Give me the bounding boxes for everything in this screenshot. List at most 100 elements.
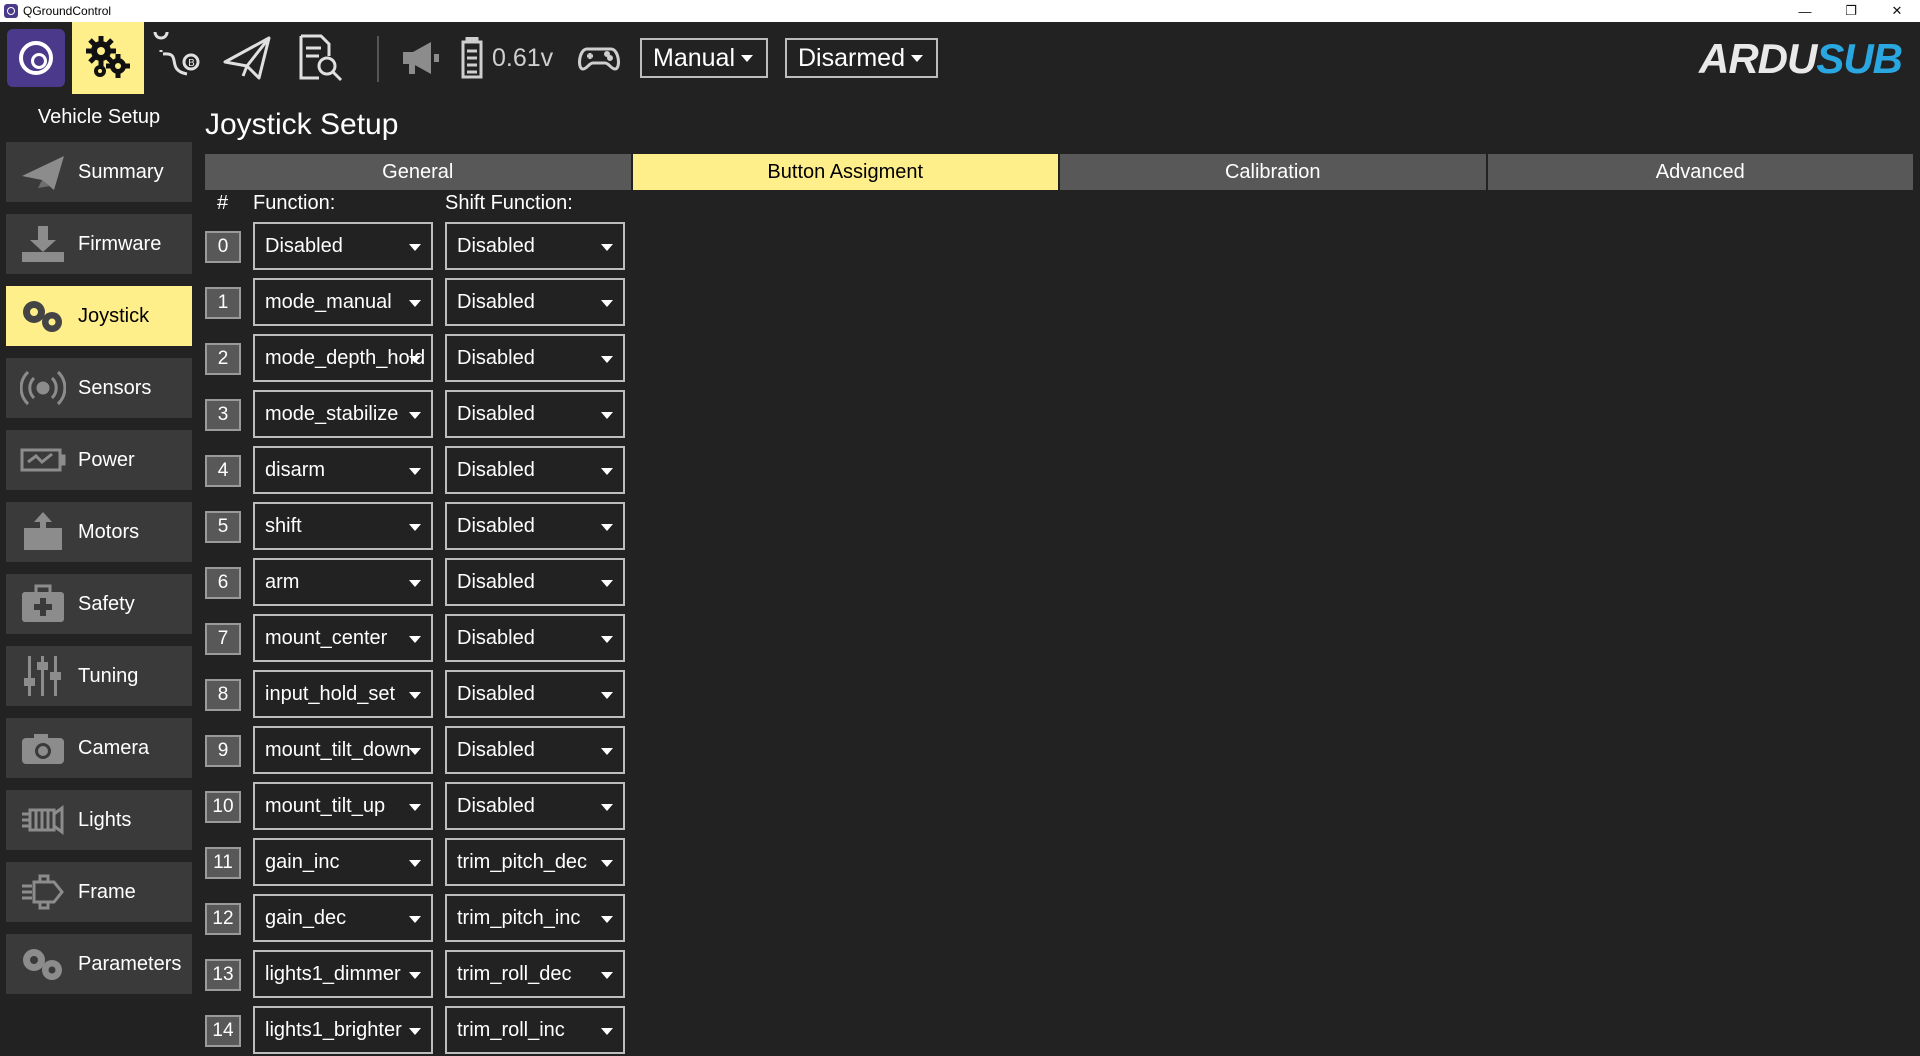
shift-function-dropdown[interactable]: trim_roll_dec	[445, 950, 625, 998]
arm-state-dropdown[interactable]: Disarmed	[785, 38, 938, 78]
vehicle-setup-button[interactable]	[72, 22, 144, 94]
sidebar-item-firmware[interactable]: Firmware	[6, 214, 192, 274]
button-number: 13	[205, 959, 241, 991]
function-value: mount_tilt_up	[265, 794, 386, 817]
sidebar-item-safety[interactable]: Safety	[6, 574, 192, 634]
shift-function-dropdown[interactable]: trim_roll_inc	[445, 1006, 625, 1054]
function-dropdown[interactable]: mount_center	[253, 614, 433, 662]
motor-icon	[18, 512, 68, 552]
gamepad-icon	[578, 47, 620, 71]
first-aid-icon	[18, 584, 68, 624]
joystick-tabs: General Button Assigment Calibration Adv…	[205, 154, 1915, 190]
function-dropdown[interactable]: gain_dec	[253, 894, 433, 942]
sidebar-item-camera[interactable]: Camera	[6, 718, 192, 778]
function-dropdown[interactable]: mount_tilt_up	[253, 782, 433, 830]
chevron-down-icon	[911, 55, 923, 62]
sidebar-item-summary[interactable]: Summary	[6, 142, 192, 202]
function-dropdown[interactable]: gain_inc	[253, 838, 433, 886]
chevron-down-icon	[601, 300, 613, 307]
messages-button[interactable]	[394, 22, 448, 94]
sidebar-item-sensors[interactable]: Sensors	[6, 358, 192, 418]
sidebar-item-joystick[interactable]: Joystick	[6, 286, 192, 346]
chevron-down-icon	[409, 244, 421, 251]
sidebar-item-power[interactable]: Power	[6, 430, 192, 490]
function-dropdown[interactable]: lights1_brighter	[253, 1006, 433, 1054]
function-dropdown[interactable]: input_hold_set	[253, 670, 433, 718]
chevron-down-icon	[601, 636, 613, 643]
column-header-function: Function:	[253, 192, 336, 214]
button-number: 1	[205, 287, 241, 319]
function-dropdown[interactable]: Disabled	[253, 222, 433, 270]
chevron-down-icon	[601, 524, 613, 531]
function-dropdown[interactable]: mode_manual	[253, 278, 433, 326]
shift-function-dropdown[interactable]: Disabled	[445, 334, 625, 382]
qgc-app-icon	[4, 4, 18, 18]
shift-function-value: Disabled	[457, 626, 535, 649]
battery-icon	[461, 37, 483, 79]
chevron-down-icon	[409, 468, 421, 475]
chevron-down-icon	[409, 412, 421, 419]
ardusub-logo: ARDU SUB	[1698, 35, 1903, 82]
shift-function-dropdown[interactable]: Disabled	[445, 558, 625, 606]
battery-indicator[interactable]: 0.61v	[460, 22, 570, 94]
chevron-down-icon	[409, 804, 421, 811]
function-dropdown[interactable]: mode_depth_hold	[253, 334, 433, 382]
flight-mode-dropdown[interactable]: Manual	[640, 38, 768, 78]
fly-view-button[interactable]	[214, 22, 280, 94]
tab-advanced[interactable]: Advanced	[1487, 154, 1915, 190]
close-icon[interactable]: ✕	[1874, 0, 1920, 22]
shift-function-value: trim_pitch_dec	[457, 850, 588, 873]
shift-function-value: Disabled	[457, 290, 535, 313]
shift-function-dropdown[interactable]: Disabled	[445, 390, 625, 438]
shift-function-value: Disabled	[457, 346, 535, 369]
chevron-down-icon	[741, 55, 753, 62]
function-dropdown[interactable]: mode_stabilize	[253, 390, 433, 438]
restore-icon[interactable]: ❐	[1828, 0, 1874, 22]
sidebar-item-tuning[interactable]: Tuning	[6, 646, 192, 706]
chevron-down-icon	[601, 580, 613, 587]
shift-function-dropdown[interactable]: Disabled	[445, 446, 625, 494]
shift-function-dropdown[interactable]: Disabled	[445, 222, 625, 270]
main-toolbar: B 0.61v Manual Disarmed ARDU SUB	[0, 22, 1920, 94]
function-dropdown[interactable]: shift	[253, 502, 433, 550]
function-dropdown[interactable]: arm	[253, 558, 433, 606]
function-value: mode_stabilize	[265, 402, 399, 425]
shift-function-dropdown[interactable]: Disabled	[445, 782, 625, 830]
tab-general[interactable]: General	[205, 154, 633, 190]
sidebar-item-lights[interactable]: Lights	[6, 790, 192, 850]
function-dropdown[interactable]: lights1_dimmer	[253, 950, 433, 998]
shift-function-dropdown[interactable]: Disabled	[445, 726, 625, 774]
shift-function-dropdown[interactable]: Disabled	[445, 502, 625, 550]
shift-function-value: Disabled	[457, 682, 535, 705]
function-dropdown[interactable]: mount_tilt_down	[253, 726, 433, 774]
sidebar-item-motors[interactable]: Motors	[6, 502, 192, 562]
toolbar-separator	[377, 36, 379, 82]
minimize-icon[interactable]: —	[1782, 0, 1828, 22]
gears-icon	[18, 296, 68, 336]
function-dropdown[interactable]: disarm	[253, 446, 433, 494]
function-value: input_hold_set	[265, 682, 396, 705]
tab-calibration[interactable]: Calibration	[1060, 154, 1488, 190]
paper-plane-icon	[18, 152, 68, 192]
frame-icon	[18, 872, 68, 912]
flight-mode-value: Manual	[653, 43, 735, 72]
analyze-view-button[interactable]	[286, 22, 352, 94]
column-header-number: #	[217, 192, 229, 214]
chevron-down-icon	[601, 356, 613, 363]
plan-view-button[interactable]: B	[146, 22, 212, 94]
qgc-menu-button[interactable]	[0, 22, 72, 94]
shift-function-dropdown[interactable]: Disabled	[445, 278, 625, 326]
sidebar-item-frame[interactable]: Frame	[6, 862, 192, 922]
window-controls: — ❐ ✕	[1782, 0, 1920, 22]
shift-function-dropdown[interactable]: trim_pitch_inc	[445, 894, 625, 942]
shift-function-dropdown[interactable]: trim_pitch_dec	[445, 838, 625, 886]
paper-plane-icon	[223, 36, 271, 80]
shift-function-dropdown[interactable]: Disabled	[445, 614, 625, 662]
shift-function-dropdown[interactable]: Disabled	[445, 670, 625, 718]
chevron-down-icon	[409, 748, 421, 755]
joystick-indicator[interactable]	[574, 22, 624, 94]
megaphone-icon	[403, 42, 439, 74]
sidebar-item-parameters[interactable]: Parameters	[6, 934, 192, 994]
tab-button-assignment[interactable]: Button Assigment	[632, 154, 1060, 190]
button-number: 8	[205, 679, 241, 711]
